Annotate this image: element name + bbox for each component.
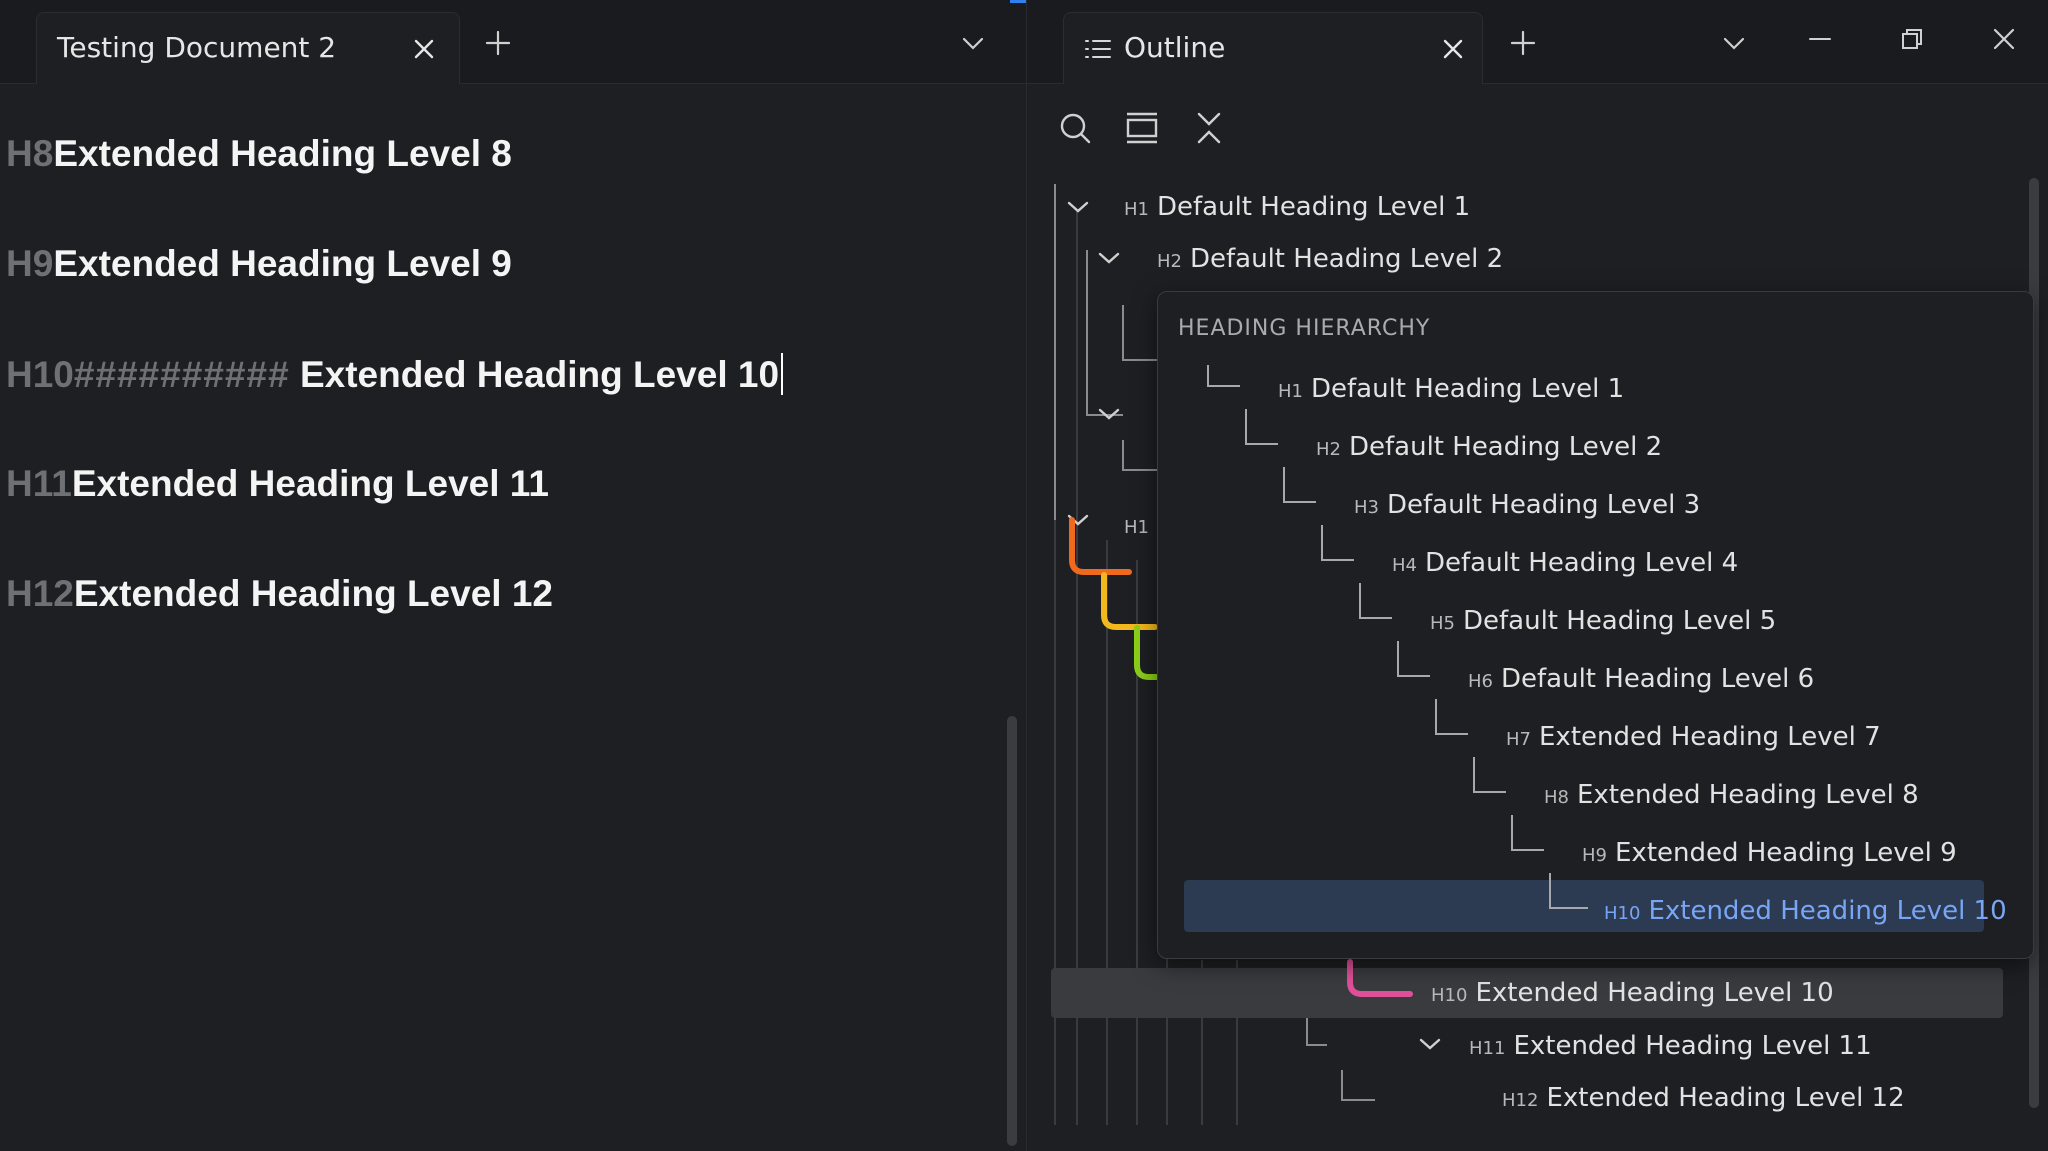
plus-icon[interactable] [483, 28, 513, 58]
heading-marker: H12 [6, 573, 74, 614]
heading-marker: H10 [6, 354, 74, 395]
popup-item-h6[interactable]: H6 Default Heading Level 6 [1468, 664, 1814, 694]
popup-item-h8[interactable]: H8 Extended Heading Level 8 [1544, 780, 1919, 810]
heading-level-label: H9 [1582, 845, 1607, 866]
outline-item-text: Default Heading Level 2 [1190, 244, 1504, 274]
close-icon[interactable] [409, 34, 439, 64]
heading-marker: H8 [6, 133, 54, 174]
heading-level-label: H3 [1354, 497, 1379, 518]
heading-level-label: H11 [1469, 1038, 1506, 1059]
heading-level-label: H12 [1502, 1090, 1539, 1111]
popup-item-h1[interactable]: H1 Default Heading Level 1 [1278, 374, 1624, 404]
popup-item-text: Default Heading Level 1 [1311, 374, 1625, 404]
outline-item-text: Extended Heading Level 10 [1475, 978, 1834, 1008]
popup-item-h2[interactable]: H2 Default Heading Level 2 [1316, 432, 1662, 462]
doc-heading-h10[interactable]: H10########## Extended Heading Level 10 [6, 353, 784, 396]
outline-item-text: Default Heading Level 1 [1157, 192, 1471, 222]
popup-item-h10[interactable]: H10 Extended Heading Level 10 [1604, 896, 2007, 926]
popup-item-text: Default Heading Level 6 [1501, 664, 1815, 694]
heading-text: Extended Heading Level 11 [71, 463, 549, 504]
editor-pane: Testing Document 2 H8Extended Heading Le… [0, 0, 1026, 1151]
popup-item-h7[interactable]: H7 Extended Heading Level 7 [1506, 722, 1881, 752]
heading-text: Extended Heading Level 10 [289, 354, 780, 395]
outline-item-h12[interactable]: H12 Extended Heading Level 12 [1502, 1083, 1905, 1113]
heading-level-label: H2 [1316, 439, 1341, 460]
doc-heading-h11[interactable]: H11Extended Heading Level 11 [6, 463, 549, 505]
popup-item-text: Extended Heading Level 10 [1648, 896, 2007, 926]
outline-item-h1[interactable]: H1 Default Heading Level 1 [1124, 192, 1470, 222]
tab-title: Testing Document 2 [57, 31, 337, 64]
popup-item-h4[interactable]: H4 Default Heading Level 4 [1392, 548, 1738, 578]
popup-item-text: Extended Heading Level 8 [1577, 780, 1919, 810]
heading-level-label: H8 [1544, 787, 1569, 808]
outline-item-h11[interactable]: H11 Extended Heading Level 11 [1469, 1031, 1872, 1061]
tab-testing-document-2[interactable]: Testing Document 2 [36, 12, 460, 84]
popup-item-text: Extended Heading Level 9 [1615, 838, 1957, 868]
heading-level-label: H2 [1157, 251, 1182, 272]
heading-text: Extended Heading Level 8 [53, 133, 512, 174]
popup-item-text: Default Heading Level 5 [1463, 606, 1777, 636]
heading-level-label: H1 [1124, 517, 1149, 538]
heading-level-label: H1 [1124, 199, 1149, 220]
outline-item-h2[interactable]: H2 Default Heading Level 2 [1157, 244, 1503, 274]
heading-level-label: H6 [1468, 671, 1493, 692]
popup-item-h3[interactable]: H3 Default Heading Level 3 [1354, 490, 1700, 520]
outline-item-text: Extended Heading Level 12 [1546, 1083, 1905, 1113]
doc-heading-h12[interactable]: H12Extended Heading Level 12 [6, 573, 553, 615]
popup-item-text: Extended Heading Level 7 [1539, 722, 1881, 752]
heading-level-label: H5 [1430, 613, 1455, 634]
popup-item-text: Default Heading Level 2 [1349, 432, 1663, 462]
chevron-down-icon[interactable] [958, 28, 988, 58]
heading-hierarchy-popup: HEADING HIERARCHY H1 Default Heading Leve… [1157, 291, 2034, 959]
heading-level-label: H1 [1278, 381, 1303, 402]
heading-hashes: ########## [73, 354, 290, 395]
heading-marker: H11 [6, 463, 72, 504]
popup-item-h9[interactable]: H9 Extended Heading Level 9 [1582, 838, 1957, 868]
heading-level-label: H7 [1506, 729, 1531, 750]
popup-item-h5[interactable]: H5 Default Heading Level 5 [1430, 606, 1776, 636]
doc-heading-h9[interactable]: H9Extended Heading Level 9 [6, 243, 512, 285]
outline-item-h1-second[interactable]: H1 [1124, 510, 1157, 540]
doc-heading-h8[interactable]: H8Extended Heading Level 8 [6, 133, 512, 175]
heading-text: Extended Heading Level 12 [73, 573, 553, 614]
heading-level-label: H4 [1392, 555, 1417, 576]
heading-marker: H9 [6, 243, 54, 284]
editor-scrollbar[interactable] [1007, 716, 1017, 1146]
text-cursor [781, 353, 784, 395]
outline-item-h10[interactable]: H10 Extended Heading Level 10 [1431, 978, 1834, 1008]
heading-level-label: H10 [1604, 903, 1641, 924]
popup-item-text: Default Heading Level 3 [1387, 490, 1701, 520]
editor-tab-bar: Testing Document 2 [0, 0, 1026, 84]
heading-text: Extended Heading Level 9 [53, 243, 512, 284]
outline-item-text: Extended Heading Level 11 [1513, 1031, 1872, 1061]
heading-level-label: H10 [1431, 985, 1468, 1006]
popup-item-text: Default Heading Level 4 [1425, 548, 1739, 578]
